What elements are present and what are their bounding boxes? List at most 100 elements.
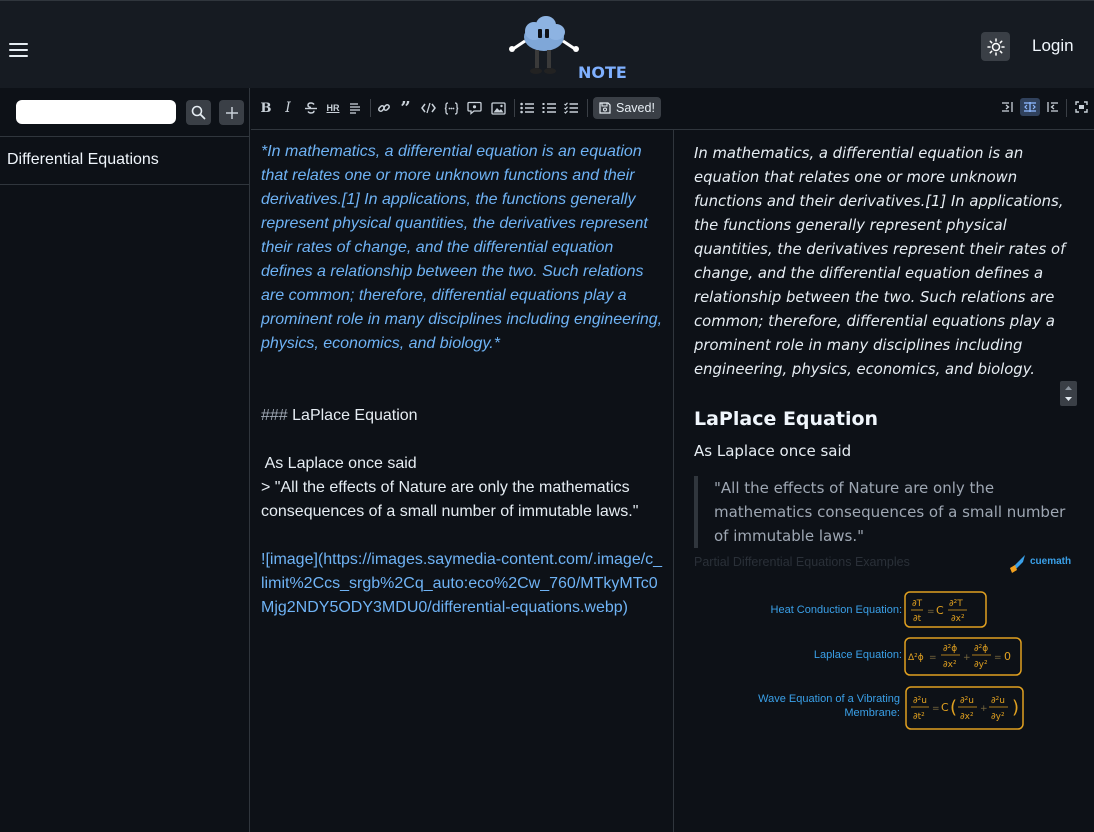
svg-text:0: 0 bbox=[1004, 650, 1011, 663]
numbered-list-icon bbox=[542, 103, 556, 113]
sun-icon bbox=[986, 37, 1005, 56]
preview-mode-icon bbox=[1047, 102, 1058, 112]
image-button[interactable] bbox=[490, 98, 506, 118]
rocket-icon bbox=[1010, 555, 1025, 573]
preview-heading: LaPlace Equation bbox=[694, 408, 879, 430]
image-icon bbox=[490, 101, 506, 115]
svg-text:∂T: ∂T bbox=[912, 599, 923, 609]
markdown-editor[interactable]: *In mathematics, a differential equation… bbox=[251, 130, 674, 832]
svg-text:+: + bbox=[963, 653, 971, 663]
toolbar-divider bbox=[514, 99, 515, 117]
editor-only-mode-button[interactable] bbox=[998, 98, 1018, 116]
checklist-button[interactable] bbox=[563, 98, 579, 118]
code-block-icon bbox=[444, 101, 458, 115]
toolbar-divider bbox=[587, 99, 588, 117]
scroll-arrows-icon bbox=[1065, 386, 1072, 401]
link-icon bbox=[377, 104, 390, 112]
svg-text:∂t: ∂t bbox=[913, 614, 922, 624]
editor-image-markdown[interactable]: ![image](https://images.saymedia-content… bbox=[261, 548, 663, 620]
sidebar-divider bbox=[0, 136, 250, 137]
svg-text:C: C bbox=[936, 604, 944, 617]
editor-heading-line[interactable]: ### LaPlace Equation bbox=[261, 404, 663, 428]
svg-text:∂x²: ∂x² bbox=[943, 660, 957, 670]
split-mode-icon bbox=[1024, 102, 1036, 112]
svg-text:∂²ϕ: ∂²ϕ bbox=[943, 644, 957, 654]
svg-text:=: = bbox=[932, 704, 940, 714]
quote-button[interactable]: ” bbox=[398, 97, 413, 119]
heading-marker: ### bbox=[261, 407, 293, 424]
code-button[interactable] bbox=[420, 98, 436, 118]
sidebar-divider bbox=[0, 184, 250, 185]
bullet-list-icon bbox=[520, 102, 534, 114]
svg-text:+: + bbox=[980, 704, 988, 714]
link-button[interactable] bbox=[376, 98, 391, 118]
editor-quote-line[interactable]: > "All the effects of Nature are only th… bbox=[261, 476, 663, 524]
editor-toolbar: B I HR ” Saved! bbox=[251, 88, 1094, 130]
wave-equation-label-1: Wave Equation of a Vibrating bbox=[758, 693, 900, 705]
code-block-button[interactable] bbox=[443, 98, 459, 118]
editor-paragraph[interactable]: *In mathematics, a differential equation… bbox=[261, 140, 663, 356]
image-title: Partial Differential Equations Examples bbox=[694, 555, 910, 569]
editor-said-line[interactable]: As Laplace once said bbox=[261, 452, 663, 476]
svg-text:C: C bbox=[941, 701, 949, 714]
wave-equation-label-2: Membrane: bbox=[844, 707, 900, 719]
svg-text:∂x²: ∂x² bbox=[951, 614, 965, 624]
save-status-label: Saved! bbox=[616, 101, 655, 115]
app-logo[interactable]: NOTES bbox=[507, 11, 627, 83]
svg-text:=: = bbox=[994, 653, 1002, 663]
fullscreen-button[interactable] bbox=[1071, 98, 1091, 116]
heat-equation-formula: ∂T ∂t = C ∂²T ∂x² bbox=[911, 599, 967, 624]
comment-button[interactable] bbox=[466, 98, 482, 118]
svg-text:∂t²: ∂t² bbox=[913, 712, 925, 722]
svg-text:∂²ϕ: ∂²ϕ bbox=[974, 644, 988, 654]
heat-equation-label: Heat Conduction Equation: bbox=[771, 604, 902, 616]
menu-icon[interactable] bbox=[9, 43, 28, 57]
horizontal-rule-button[interactable]: HR bbox=[325, 98, 341, 118]
svg-text:∂y²: ∂y² bbox=[974, 660, 988, 670]
strikethrough-icon bbox=[305, 102, 317, 114]
quote-icon: ” bbox=[400, 97, 411, 119]
toolbar-divider bbox=[370, 99, 371, 117]
checklist-icon bbox=[564, 102, 578, 114]
strikethrough-button[interactable] bbox=[304, 98, 318, 118]
laplace-equation-label: Laplace Equation: bbox=[814, 649, 902, 661]
code-icon bbox=[420, 102, 436, 114]
save-icon bbox=[599, 102, 611, 114]
svg-text:∂y²: ∂y² bbox=[991, 712, 1005, 722]
svg-text:=: = bbox=[929, 653, 937, 663]
toolbar-divider bbox=[1066, 99, 1067, 117]
preview-paragraph: In mathematics, a differential equation … bbox=[694, 145, 1066, 378]
login-button[interactable]: Login bbox=[1032, 36, 1074, 56]
wave-equation-formula: ∂²u ∂t² = C ( ∂²u ∂x² + ∂²u ∂y² ) bbox=[911, 696, 1019, 722]
bold-button[interactable]: B bbox=[260, 98, 272, 118]
preview-blockquote: "All the effects of Nature are only the … bbox=[694, 476, 1076, 548]
add-note-button[interactable] bbox=[219, 100, 244, 125]
italic-button[interactable]: I bbox=[282, 98, 294, 118]
bullet-list-button[interactable] bbox=[519, 98, 535, 118]
svg-text:∂²T: ∂²T bbox=[949, 599, 963, 609]
preview-said: As Laplace once said bbox=[694, 442, 852, 460]
svg-text:∂x²: ∂x² bbox=[960, 712, 974, 722]
numbered-list-button[interactable] bbox=[541, 98, 557, 118]
theme-toggle-button[interactable] bbox=[981, 32, 1010, 61]
preview-only-mode-button[interactable] bbox=[1042, 98, 1062, 116]
wave-equation-box bbox=[905, 686, 1024, 730]
heading-icon bbox=[349, 103, 360, 114]
svg-text:NOTES: NOTES bbox=[578, 63, 627, 82]
search-input[interactable] bbox=[16, 100, 176, 124]
svg-text:=: = bbox=[927, 607, 935, 617]
svg-text:∂²u: ∂²u bbox=[960, 696, 974, 706]
scroll-spinner[interactable] bbox=[1060, 381, 1077, 406]
split-mode-button[interactable] bbox=[1020, 98, 1040, 116]
note-item-differential-equations[interactable]: Differential Equations bbox=[7, 151, 159, 169]
search-button[interactable] bbox=[186, 100, 211, 125]
sidebar: Differential Equations bbox=[0, 88, 250, 832]
save-status-button[interactable]: Saved! bbox=[593, 97, 661, 119]
comment-icon bbox=[466, 101, 482, 115]
cuemath-logo: cuemath bbox=[1030, 556, 1071, 567]
search-icon bbox=[191, 105, 206, 120]
svg-text:): ) bbox=[1012, 697, 1019, 718]
top-bar: NOTES Login bbox=[0, 0, 1094, 88]
title-button[interactable] bbox=[347, 98, 362, 118]
pde-examples-image: Partial Differential Equations Examples … bbox=[694, 555, 1071, 730]
